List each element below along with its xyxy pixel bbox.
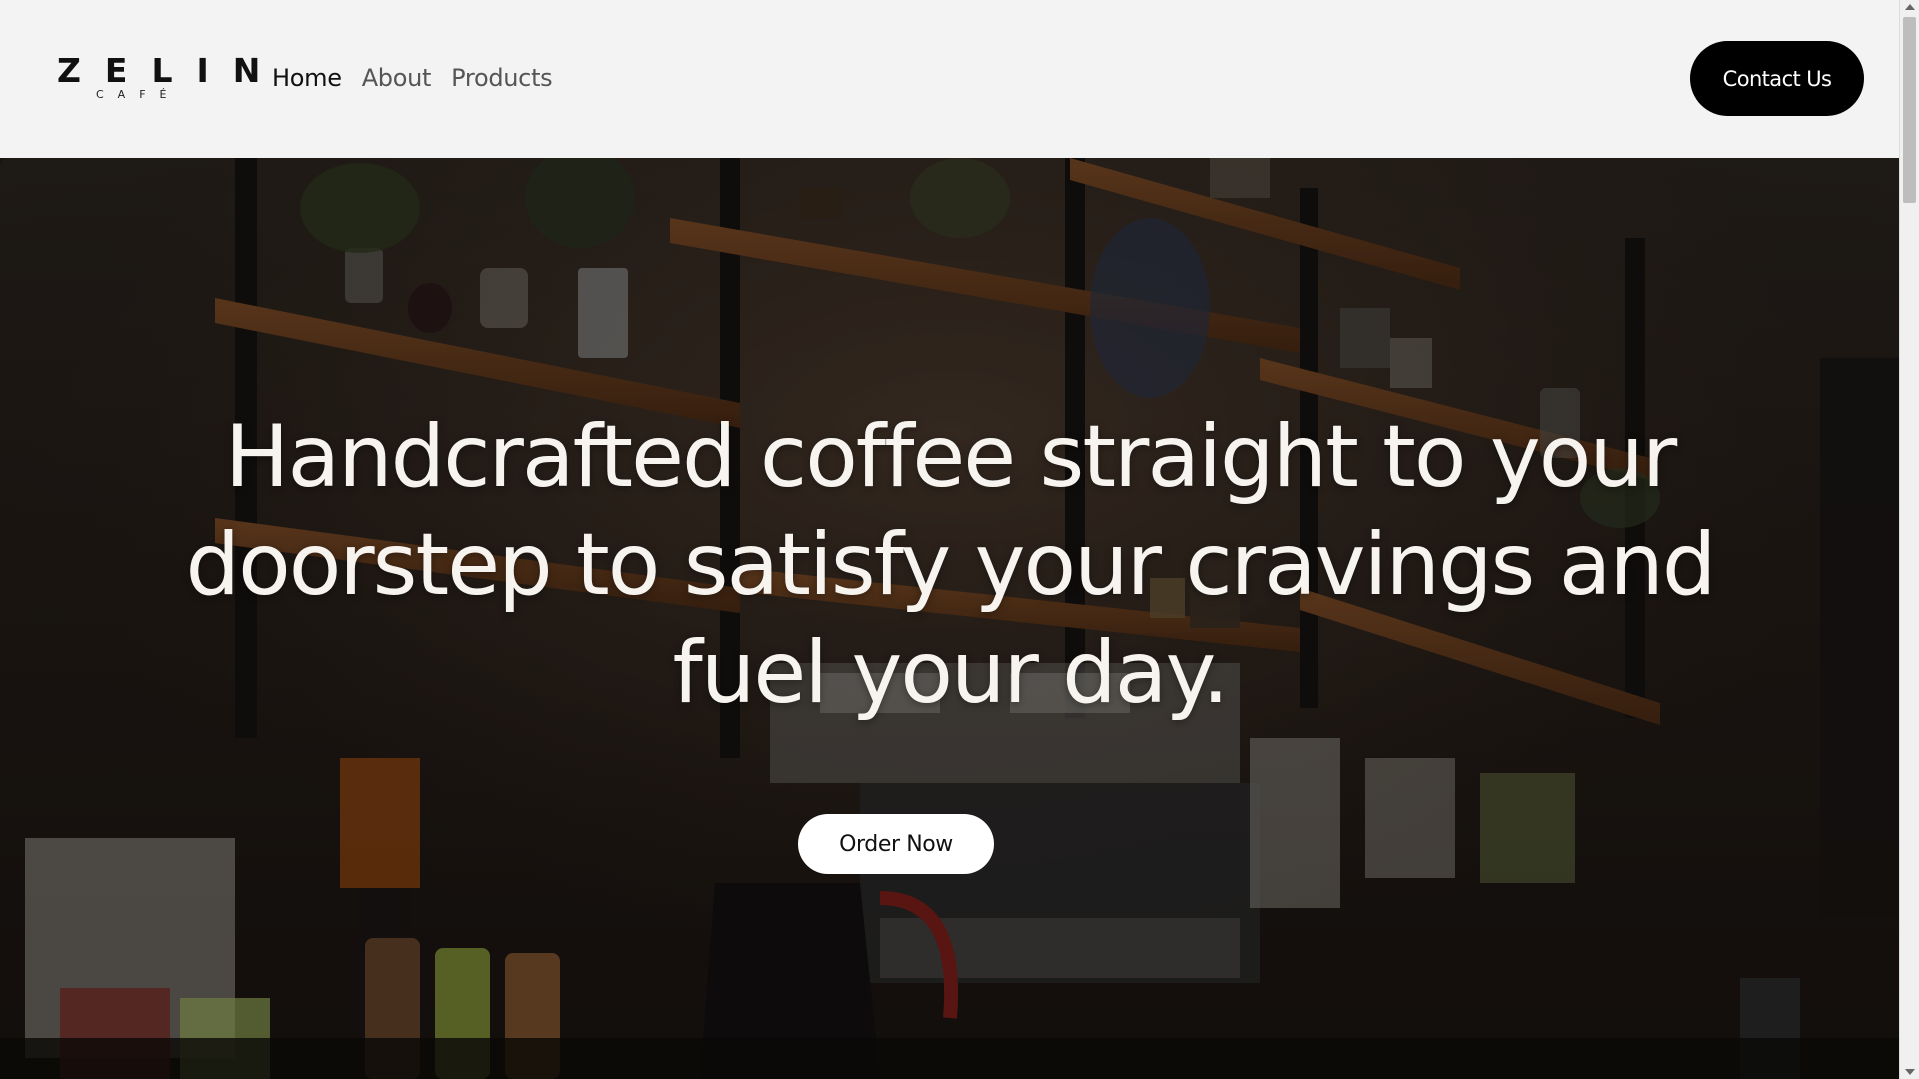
nav-link-about[interactable]: About bbox=[362, 60, 432, 96]
hero-headline: Handcrafted coffee straight to your door… bbox=[185, 407, 1716, 723]
brand-logo[interactable]: ZELIN CAFÉ bbox=[57, 52, 260, 104]
site-header: ZELIN CAFÉ Home About Products Contact U… bbox=[0, 0, 1899, 158]
brand-tagline: CAFÉ bbox=[96, 88, 181, 101]
brand-name: ZELIN bbox=[57, 51, 285, 90]
scroll-down-arrow-icon[interactable] bbox=[1905, 1069, 1915, 1075]
contact-us-button[interactable]: Contact Us bbox=[1690, 41, 1864, 116]
nav-link-home[interactable]: Home bbox=[272, 60, 342, 96]
scrollbar-thumb[interactable] bbox=[1903, 17, 1916, 203]
nav-link-products[interactable]: Products bbox=[451, 60, 553, 96]
order-now-button[interactable]: Order Now bbox=[798, 814, 994, 874]
page: ZELIN CAFÉ Home About Products Contact U… bbox=[0, 0, 1919, 1079]
page-scrollbar[interactable] bbox=[1899, 0, 1919, 1079]
scroll-up-arrow-icon[interactable] bbox=[1905, 4, 1915, 10]
main-nav: Home About Products bbox=[272, 60, 553, 96]
hero-section: Handcrafted coffee straight to your door… bbox=[0, 158, 1899, 1079]
